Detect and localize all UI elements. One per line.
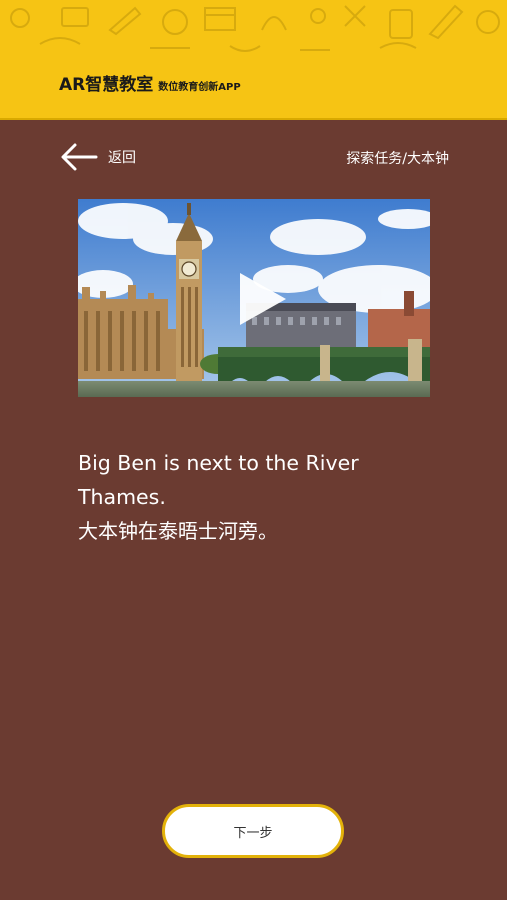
app-title: AR智慧教室 xyxy=(59,75,154,95)
brand: AR智慧教室 数位教育创新APP xyxy=(59,70,241,95)
app-subtitle: 数位教育创新APP xyxy=(158,82,241,93)
back-button[interactable]: 返回 xyxy=(60,142,136,172)
next-step-button[interactable]: 下一步 xyxy=(162,804,344,858)
caption-english: Big Ben is next to the River Thames. xyxy=(78,451,359,509)
arrow-left-icon xyxy=(61,143,98,171)
breadcrumb: 探索任务/大本钟 xyxy=(346,151,449,167)
nav-bar: 返回 探索任务/大本钟 xyxy=(0,140,507,174)
play-icon[interactable] xyxy=(236,271,288,327)
doodle-pattern xyxy=(10,4,500,52)
caption: Big Ben is next to the River Thames. 大本钟… xyxy=(78,446,428,548)
video-player[interactable] xyxy=(78,199,430,397)
back-label: 返回 xyxy=(108,150,136,166)
caption-chinese: 大本钟在泰晤士河旁。 xyxy=(78,519,278,543)
app-header: AR智慧教室 数位教育创新APP xyxy=(0,0,507,120)
